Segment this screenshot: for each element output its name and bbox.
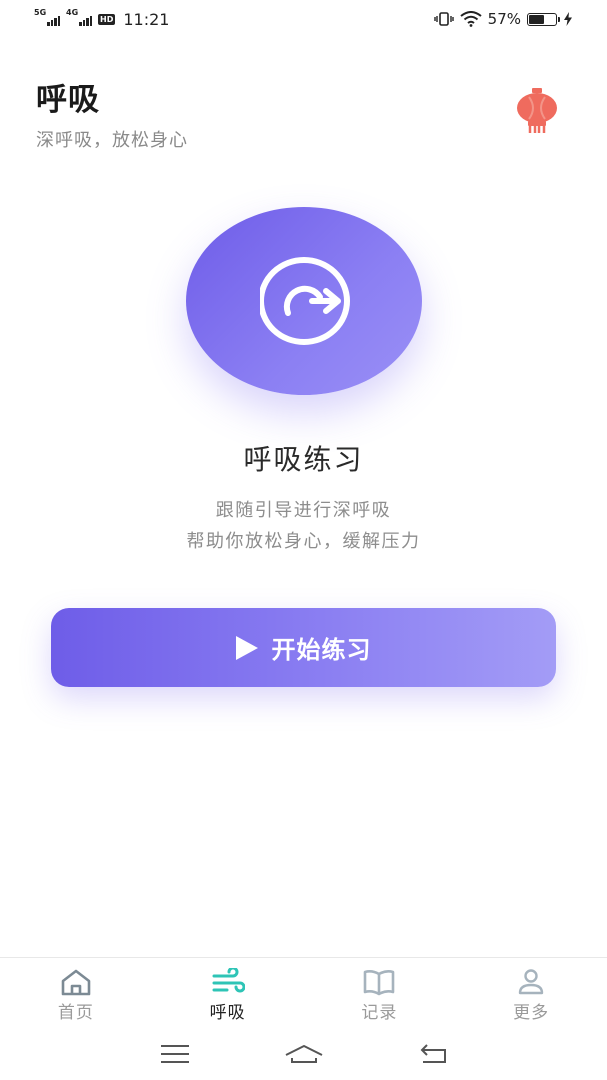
- book-icon: [364, 970, 395, 996]
- sim1-label: 5G: [34, 8, 47, 17]
- page-title: 呼吸: [36, 82, 100, 118]
- sim2-label: 4G: [66, 8, 79, 17]
- nav-item-more[interactable]: 更多: [455, 958, 607, 1028]
- sim1-signal-icon: 5G: [34, 8, 60, 26]
- practice-title: 呼吸练习: [243, 443, 364, 476]
- sim2-signal-icon: 4G: [66, 8, 92, 26]
- nav-label-breath: 呼吸: [209, 1003, 246, 1023]
- bottom-nav: 首页 呼吸 记录 更多: [0, 957, 607, 1028]
- page-subtitle: 深呼吸，放松身心: [36, 130, 188, 151]
- home-nav-icon[interactable]: [284, 1041, 324, 1067]
- menu-icon[interactable]: [155, 1041, 195, 1067]
- play-icon: [235, 635, 258, 660]
- back-icon[interactable]: [413, 1041, 453, 1067]
- home-icon: [61, 969, 91, 996]
- nav-item-breath[interactable]: 呼吸: [152, 958, 304, 1028]
- vibrate-icon: [433, 12, 454, 26]
- wind-icon: [212, 968, 245, 993]
- practice-desc-line2: 帮助你放松身心，缓解压力: [186, 531, 421, 552]
- nav-item-home[interactable]: 首页: [0, 958, 152, 1028]
- nav-label-more: 更多: [513, 1003, 550, 1023]
- battery-icon: [527, 12, 560, 26]
- status-right: 57%: [433, 10, 573, 28]
- nav-label-records: 记录: [361, 1003, 398, 1023]
- nav-item-records[interactable]: 记录: [304, 958, 456, 1028]
- breath-refresh-icon: [260, 257, 350, 345]
- status-left: 5G 4G HD 11:21: [34, 8, 170, 29]
- charging-icon: [564, 12, 572, 26]
- lantern-icon: [517, 88, 557, 133]
- wifi-icon: [460, 11, 482, 27]
- nav-label-home: 首页: [57, 1003, 94, 1023]
- status-bar: 5G 4G HD 11:21 57%: [0, 0, 607, 38]
- start-practice-label: 开始练习: [271, 636, 372, 664]
- hd-voice-icon: HD: [98, 13, 116, 25]
- practice-desc-line1: 跟随引导进行深呼吸: [215, 500, 392, 521]
- system-nav-bar: [0, 1027, 607, 1080]
- battery-percent: 57%: [487, 10, 521, 28]
- status-time: 11:21: [123, 9, 170, 29]
- breath-circle[interactable]: [186, 207, 422, 395]
- person-icon: [518, 969, 544, 995]
- start-practice-button[interactable]: 开始练习: [51, 608, 556, 687]
